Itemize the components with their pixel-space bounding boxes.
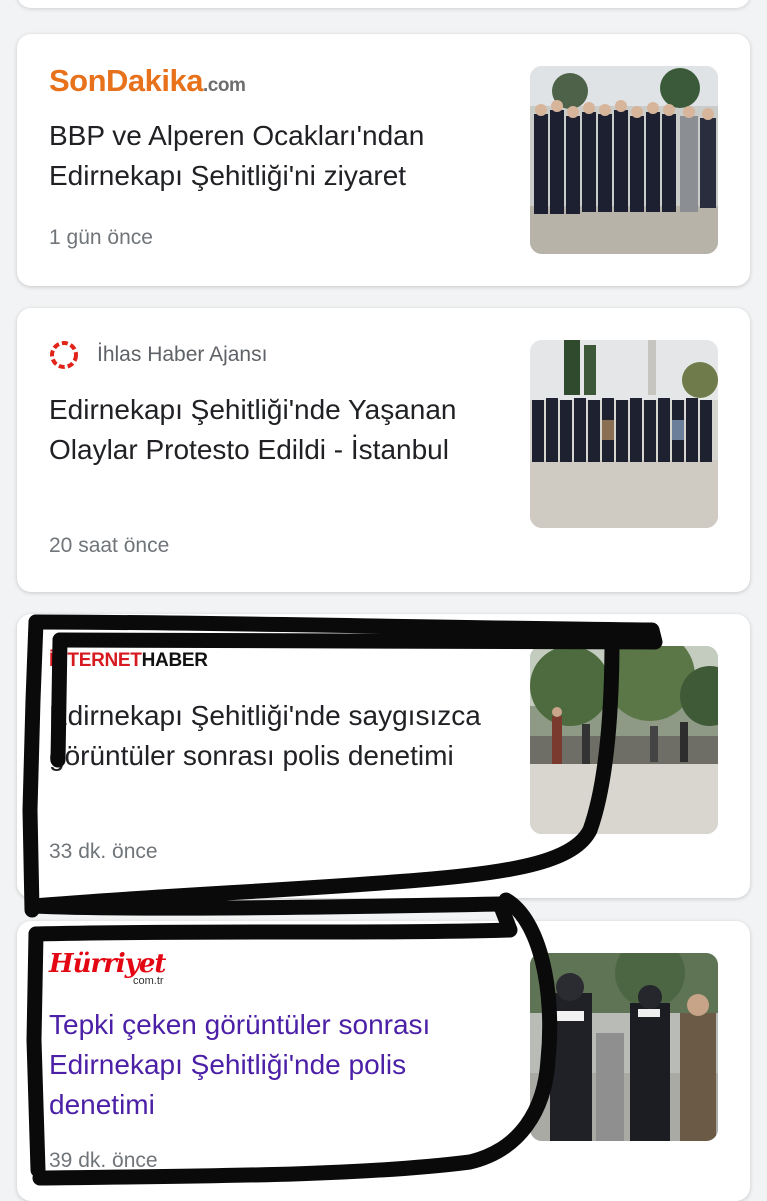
source-logo: İNTERNETHABER <box>49 646 208 676</box>
timestamp: 39 dk. önce <box>49 1149 158 1172</box>
source-name: İhlas Haber Ajansı <box>97 343 268 366</box>
source-logo: Hürriyet com.tr <box>49 949 166 987</box>
source-logo: İhlas Haber Ajansı <box>49 340 267 370</box>
news-card[interactable]: SonDakika.com BBP ve Alperen Ocakları'nd… <box>17 34 750 286</box>
sondakika-logo: SonDakika.com <box>49 63 246 98</box>
thumbnail-image[interactable] <box>530 66 718 254</box>
news-card[interactable]: Hürriyet com.tr Tepki çeken görüntüler so… <box>17 921 750 1201</box>
headline-link[interactable]: BBP ve Alperen Ocakları'ndan Edirnekapı … <box>49 116 497 196</box>
timestamp: 33 dk. önce <box>49 840 158 863</box>
hurriyet-logo: Hürriyet com.tr <box>49 949 166 987</box>
timestamp: 20 saat önce <box>49 534 170 557</box>
iha-logo-icon <box>50 341 78 369</box>
internethaber-logo: İNTERNETHABER <box>49 650 208 671</box>
timestamp: 1 gün önce <box>49 226 153 249</box>
previous-card-edge <box>17 0 750 8</box>
thumbnail-image[interactable] <box>530 953 718 1141</box>
headline-link[interactable]: Edirnekapı Şehitliği'nde Yaşanan Olaylar… <box>49 390 497 470</box>
source-logo: SonDakika.com <box>49 63 246 98</box>
headline-link[interactable]: Edirnekapı Şehitliği'nde saygısızca görü… <box>49 696 497 776</box>
thumbnail-image[interactable] <box>530 646 718 834</box>
headline-link[interactable]: Tepki çeken görüntüler sonrası Edirnekap… <box>49 1005 497 1125</box>
thumbnail-image[interactable] <box>530 340 718 528</box>
news-card[interactable]: İNTERNETHABER Edirnekapı Şehitliği'nde s… <box>17 614 750 898</box>
news-card[interactable]: İhlas Haber Ajansı Edirnekapı Şehitliği'… <box>17 308 750 592</box>
